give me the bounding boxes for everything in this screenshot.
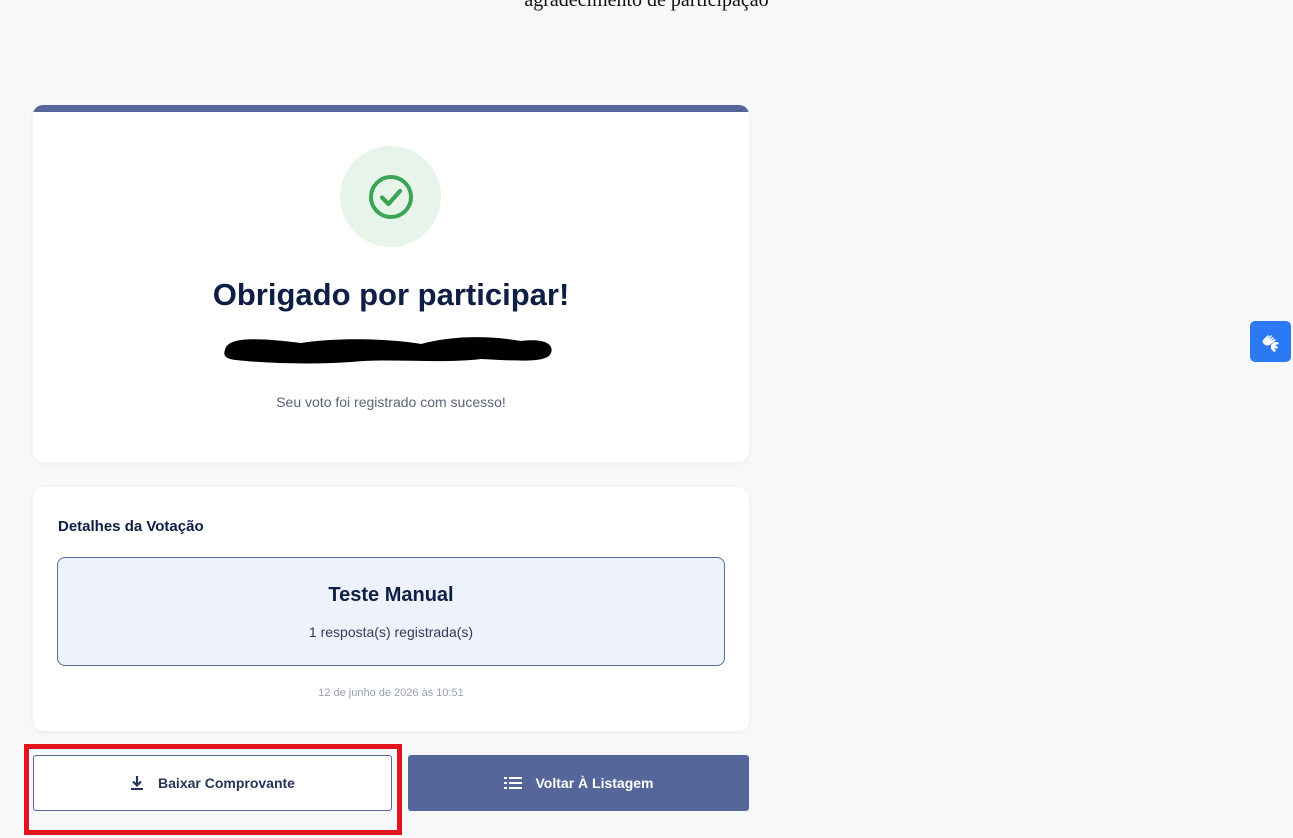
check-circle-icon xyxy=(368,174,413,219)
list-icon xyxy=(503,777,522,789)
thanks-title: Obrigado por participar! xyxy=(212,277,570,312)
details-section-title: Detalhes da Votação xyxy=(58,518,204,535)
vote-summary-box: Teste Manual 1 resposta(s) registrada(s) xyxy=(57,557,725,666)
card-accent-bar xyxy=(33,105,749,112)
download-receipt-button[interactable]: Baixar Comprovante xyxy=(33,755,392,811)
accessibility-button[interactable] xyxy=(1250,321,1291,362)
confirmation-card: Obrigado por participar! Seu voto foi re… xyxy=(33,105,749,462)
back-to-list-button[interactable]: Voltar À Listagem xyxy=(408,755,749,811)
sign-language-icon xyxy=(1262,334,1279,352)
vote-name: Teste Manual xyxy=(328,584,454,606)
redacted-name xyxy=(224,337,552,364)
download-button-label: Baixar Comprovante xyxy=(158,775,295,791)
success-message: Seu voto foi registrado com sucesso! xyxy=(276,394,506,410)
vote-timestamp: 12 de junho de 2026 às 10:51 xyxy=(318,687,464,699)
success-badge xyxy=(340,146,441,247)
back-button-label: Voltar À Listagem xyxy=(535,775,654,791)
page-header-cropped: agradecimento de participação xyxy=(524,0,769,11)
download-icon xyxy=(131,776,144,790)
response-count: 1 resposta(s) registrada(s) xyxy=(308,624,474,640)
vote-details-card: Detalhes da Votação Teste Manual 1 respo… xyxy=(33,487,749,731)
